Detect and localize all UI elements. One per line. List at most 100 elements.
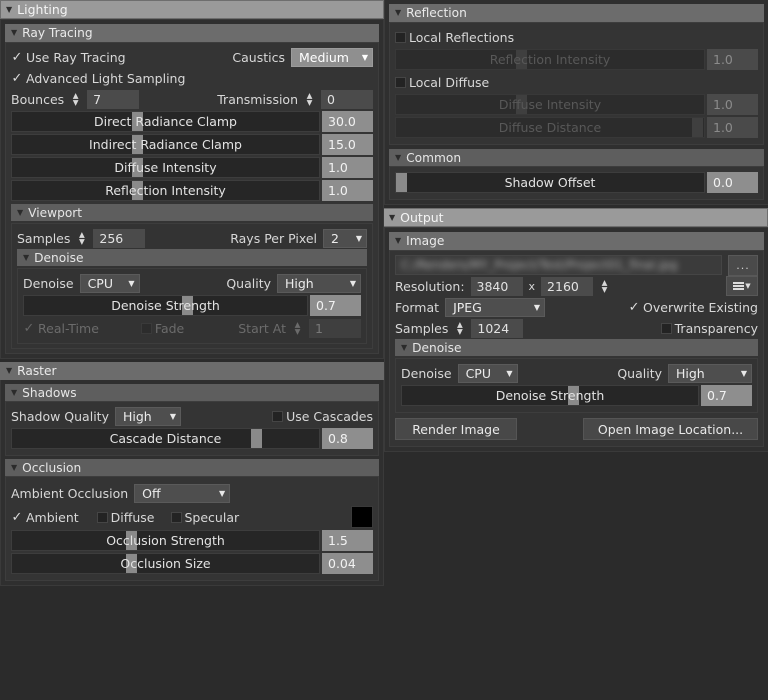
slider-handle[interactable] (126, 531, 137, 550)
slider-output-denoise-strength[interactable]: Denoise Strength (401, 385, 699, 406)
dropdown-denoise-quality[interactable]: High ▼ (277, 274, 361, 293)
input-transmission[interactable]: 0 (321, 90, 373, 109)
section-header-common[interactable]: ▼ Common (389, 149, 764, 166)
input-start-at[interactable]: 1 (309, 319, 361, 338)
slider-value-direct-radiance-clamp[interactable]: 30.0 (322, 111, 373, 132)
slider-value-reflection-intensity[interactable]: 1.0 (322, 180, 373, 201)
slider-value-indirect-radiance-clamp[interactable]: 15.0 (322, 134, 373, 155)
checkbox-overwrite-existing[interactable]: ✓ Overwrite Existing (628, 300, 758, 315)
section-header-shadows[interactable]: ▼ Shadows (5, 384, 379, 401)
slider-handle[interactable] (132, 135, 143, 154)
row-use-ray-tracing: ✓ Use Ray Tracing Caustics Medium ▼ (11, 47, 373, 67)
checkbox-diffuse[interactable]: Diffuse (97, 510, 155, 525)
slider-value-reflection-intensity-local[interactable]: 1.0 (707, 49, 758, 70)
spinner-viewport-samples[interactable]: ▲▼ (76, 229, 87, 247)
spinner-transmission[interactable]: ▲▼ (304, 90, 315, 108)
slider-occlusion-size[interactable]: Occlusion Size (11, 553, 320, 574)
dropdown-ambient-occlusion[interactable]: Off ▼ (134, 484, 230, 503)
section-header-image[interactable]: ▼ Image (389, 232, 764, 250)
slider-reflection-intensity[interactable]: Reflection Intensity (11, 180, 320, 201)
slider-indirect-radiance-clamp[interactable]: Indirect Radiance Clamp (11, 134, 320, 155)
slider-value-diffuse-intensity[interactable]: 1.0 (322, 157, 373, 178)
slider-value-output-denoise-strength[interactable]: 0.7 (701, 385, 752, 406)
checkbox-local-reflections[interactable]: Local Reflections (395, 30, 514, 45)
slider-diffuse-intensity[interactable]: Diffuse Intensity (11, 157, 320, 178)
spinner-bounces[interactable]: ▲▼ (70, 90, 81, 108)
browse-button[interactable]: ... (728, 255, 758, 276)
slider-value-occlusion-size[interactable]: 0.04 (322, 553, 373, 574)
slider-reflection-intensity-local[interactable]: Reflection Intensity (395, 49, 705, 70)
section-header-viewport[interactable]: ▼ Viewport (11, 204, 373, 221)
label-rays-per-pixel: Rays Per Pixel (230, 231, 317, 246)
chevron-down-icon: ▼ (395, 9, 401, 17)
section-header-viewport-denoise[interactable]: ▼ Denoise (17, 249, 367, 266)
label-format: Format (395, 300, 439, 315)
spinner-start-at[interactable]: ▲▼ (292, 319, 303, 337)
row-output-denoise-quality: Denoise CPU ▼ Quality High ▼ (401, 363, 752, 383)
input-resolution-width[interactable]: 3840 (471, 277, 523, 296)
section-header-output-denoise[interactable]: ▼ Denoise (395, 339, 758, 356)
section-header-lighting[interactable]: ▼ Lighting (0, 0, 384, 19)
resolution-presets-button[interactable]: ▼ (726, 276, 758, 296)
slider-handle[interactable] (396, 173, 407, 192)
slider-shadow-offset[interactable]: Shadow Offset (395, 172, 705, 193)
slider-diffuse-intensity-local[interactable]: Diffuse Intensity (395, 94, 705, 115)
color-swatch-occlusion[interactable] (351, 506, 373, 528)
spinner-output-samples[interactable]: ▲▼ (454, 319, 465, 337)
checkbox-ambient[interactable]: ✓ Ambient (11, 510, 79, 525)
slider-value-cascade-distance[interactable]: 0.8 (322, 428, 373, 449)
checkbox-local-diffuse[interactable]: Local Diffuse (395, 75, 489, 90)
slider-value-denoise-strength[interactable]: 0.7 (310, 295, 361, 316)
section-header-reflection[interactable]: ▼ Reflection (389, 4, 764, 22)
input-bounces[interactable]: 7 (87, 90, 139, 109)
slider-handle[interactable] (568, 386, 579, 405)
slider-handle[interactable] (251, 429, 262, 448)
dropdown-shadow-quality[interactable]: High ▼ (115, 407, 181, 426)
input-output-samples[interactable]: 1024 (471, 319, 523, 338)
row-local-diffuse: Local Diffuse (395, 72, 758, 92)
checkbox-use-cascades[interactable]: Use Cascades (272, 409, 373, 424)
slider-value-shadow-offset[interactable]: 0.0 (707, 172, 758, 193)
slider-direct-radiance-clamp[interactable]: Direct Radiance Clamp (11, 111, 320, 132)
section-header-output[interactable]: ▼ Output (384, 208, 768, 227)
slider-handle[interactable] (126, 554, 137, 573)
slider-handle[interactable] (182, 296, 193, 315)
dropdown-output-denoise-device[interactable]: CPU ▼ (458, 364, 518, 383)
dropdown-format[interactable]: JPEG ▼ (445, 298, 545, 317)
checkbox-transparency[interactable]: Transparency (661, 321, 758, 336)
slider-handle[interactable] (516, 50, 527, 69)
slider-cascade-distance[interactable]: Cascade Distance (11, 428, 320, 449)
slider-handle[interactable] (132, 112, 143, 131)
slider-handle[interactable] (516, 95, 527, 114)
slider-value-occlusion-strength[interactable]: 1.5 (322, 530, 373, 551)
section-header-occlusion[interactable]: ▼ Occlusion (5, 459, 379, 476)
slider-handle[interactable] (692, 118, 703, 137)
dropdown-caustics[interactable]: Medium ▼ (291, 48, 373, 67)
slider-value-diffuse-intensity-local[interactable]: 1.0 (707, 94, 758, 115)
open-image-location-button[interactable]: Open Image Location... (583, 418, 758, 440)
slider-diffuse-distance[interactable]: Diffuse Distance (395, 117, 705, 138)
dropdown-caustics-value: Medium (299, 50, 349, 65)
spinner-resolution[interactable]: ▲▼ (599, 277, 610, 295)
slider-denoise-strength[interactable]: Denoise Strength (23, 295, 308, 316)
checkbox-fade[interactable]: Fade (141, 321, 184, 336)
dropdown-rays-per-pixel[interactable]: 2 ▼ (323, 229, 367, 248)
slider-occlusion-strength[interactable]: Occlusion Strength (11, 530, 320, 551)
section-header-ray-tracing[interactable]: ▼ Ray Tracing (5, 24, 379, 42)
input-viewport-samples[interactable]: 256 (93, 229, 145, 248)
dropdown-denoise-device[interactable]: CPU ▼ (80, 274, 140, 293)
checkbox-real-time[interactable]: ✓ Real-Time (23, 321, 99, 336)
checkbox-use-ray-tracing[interactable]: ✓ Use Ray Tracing (11, 50, 126, 65)
slider-value-diffuse-distance[interactable]: 1.0 (707, 117, 758, 138)
dropdown-output-denoise-quality[interactable]: High ▼ (668, 364, 752, 383)
row-output-actions: Render Image Open Image Location... (395, 418, 758, 440)
slider-handle[interactable] (132, 158, 143, 177)
input-resolution-height[interactable]: 2160 (541, 277, 593, 296)
input-output-path[interactable]: C:/Renders/MY_Project/Test/Project01_fin… (395, 255, 722, 275)
slider-label: Denoise Strength (111, 298, 220, 313)
section-header-raster[interactable]: ▼ Raster (0, 362, 384, 380)
render-image-button[interactable]: Render Image (395, 418, 517, 440)
checkbox-advanced-light-sampling[interactable]: ✓ Advanced Light Sampling (11, 71, 185, 86)
checkbox-specular[interactable]: Specular (171, 510, 240, 525)
slider-handle[interactable] (132, 181, 143, 200)
